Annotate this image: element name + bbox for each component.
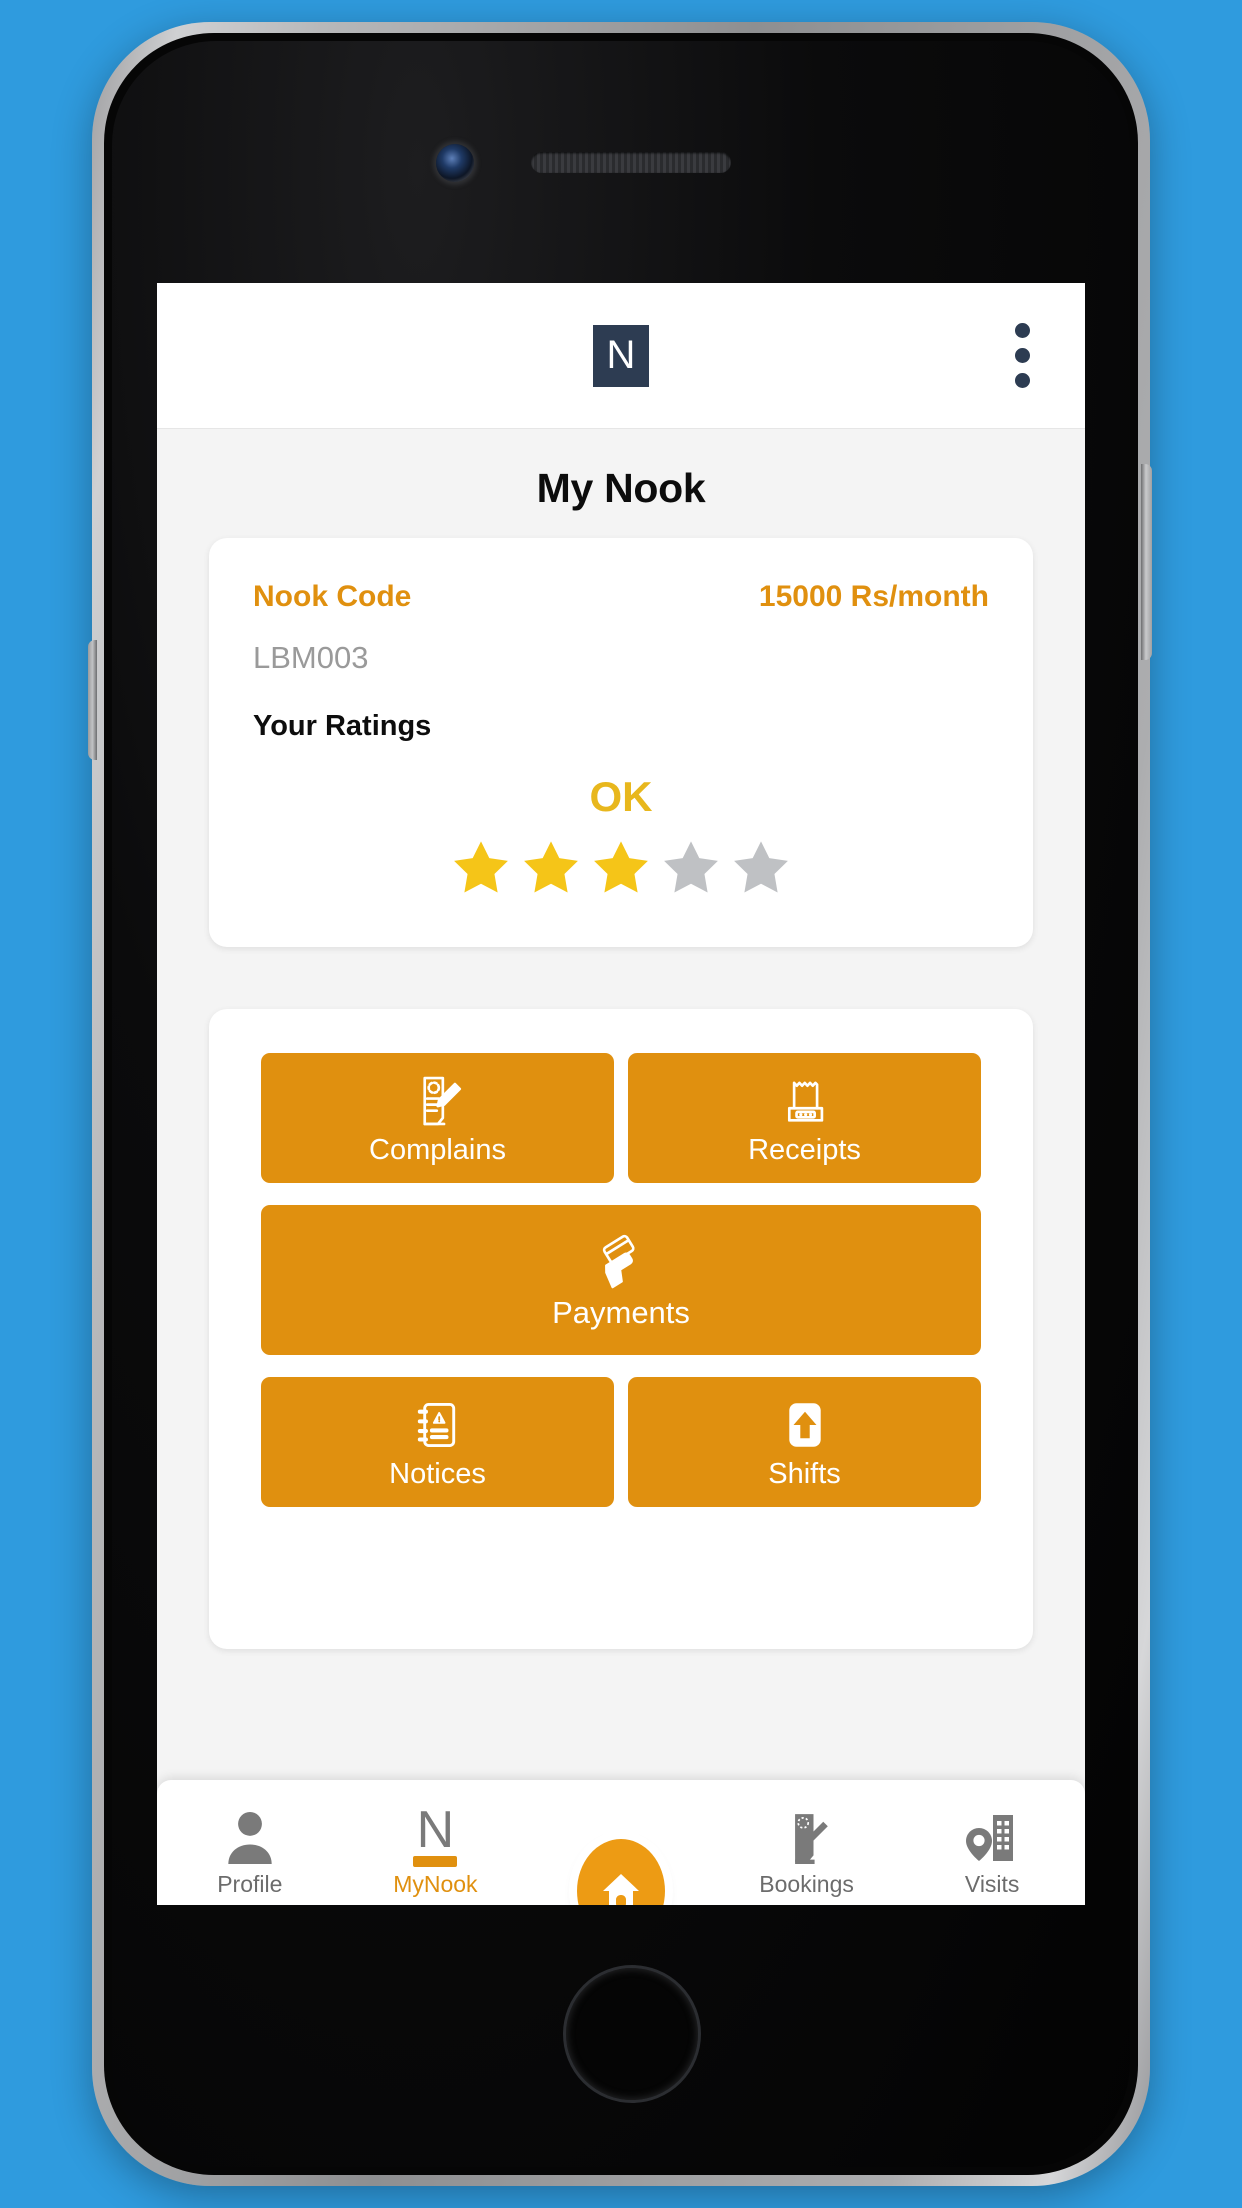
nook-code-value: LBM003 [253,640,369,675]
rating-word: OK [589,773,653,820]
action-button-label: Shifts [768,1457,841,1490]
building-pin-icon [965,1805,1019,1867]
action-button-label: Receipts [748,1133,861,1166]
page-title: My Nook [536,465,706,511]
overflow-dot [1014,373,1030,388]
nook-logo: N [593,324,649,387]
hardware-home-button[interactable] [563,1965,701,2103]
screenshot-stage: N My Nook Nook Code 15000 Rs/month LBM00… [0,0,1242,2208]
power-button[interactable] [1141,464,1152,660]
star-icon [454,841,508,893]
ratings-label: Your Ratings [253,710,432,742]
action-row: Notices Shifts [261,1377,981,1507]
action-button-label: Payments [552,1294,690,1330]
notebook-alert-icon [409,1396,467,1454]
document-pencil-icon [409,1072,467,1130]
star-icon [664,841,718,893]
overflow-menu-icon[interactable] [999,316,1045,396]
volume-button[interactable] [88,640,97,760]
action-button-label: Complains [369,1133,506,1166]
app-bar: N [157,283,1085,429]
star-icon [594,841,648,893]
action-button-receipts[interactable]: Receipts [628,1053,981,1183]
star-rating [253,835,989,901]
overflow-dot [1014,323,1030,338]
nav-item-label: Bookings [759,1871,854,1897]
overflow-dot [1014,348,1030,363]
hand-card-icon [592,1233,650,1291]
house-icon[interactable] [576,1839,665,1905]
app-screen: N My Nook Nook Code 15000 Rs/month LBM00… [157,283,1085,1905]
receipt-printer-icon [776,1072,834,1130]
nav-item-profile[interactable]: Profile [157,1780,343,1905]
action-row: Payments [261,1205,981,1355]
nav-item-label: Profile [217,1871,283,1897]
nav-item-home[interactable]: Home [528,1839,714,1905]
front-camera-icon [436,144,474,182]
person-icon [224,1805,276,1867]
star-icon [734,841,788,893]
active-tab-indicator [413,1856,458,1867]
letter-n-icon: N [413,1800,458,1867]
nook-price: 15000 Rs/month [758,580,989,613]
action-button-payments[interactable]: Payments [261,1205,981,1355]
nook-code-row: Nook Code 15000 Rs/month [253,580,989,614]
nav-item-label: Visits [964,1871,1020,1897]
bottom-navigation-bar: Profile N MyNook Home [157,1780,1085,1905]
nav-item-mynook[interactable]: N MyNook [343,1780,529,1905]
nook-code-label: Nook Code [253,580,412,613]
nav-item-label: MyNook [393,1871,478,1897]
arrow-up-box-icon [776,1396,834,1454]
nav-item-bookings[interactable]: Bookings [714,1780,900,1905]
quick-actions-card: Complains Receipts Payments Notices Shif… [209,1009,1033,1649]
nav-item-visits[interactable]: Visits [899,1780,1085,1905]
action-button-notices[interactable]: Notices [261,1377,614,1507]
earpiece-speaker [531,152,731,173]
nav-letter-n: N [416,1800,455,1859]
clipboard-pencil-icon [781,1805,833,1867]
action-button-complains[interactable]: Complains [261,1053,614,1183]
action-button-shifts[interactable]: Shifts [628,1377,981,1507]
action-row: Complains Receipts [261,1053,981,1183]
nook-info-card: Nook Code 15000 Rs/month LBM003 Your Rat… [209,538,1033,947]
action-button-label: Notices [389,1457,486,1490]
star-icon [524,841,578,893]
